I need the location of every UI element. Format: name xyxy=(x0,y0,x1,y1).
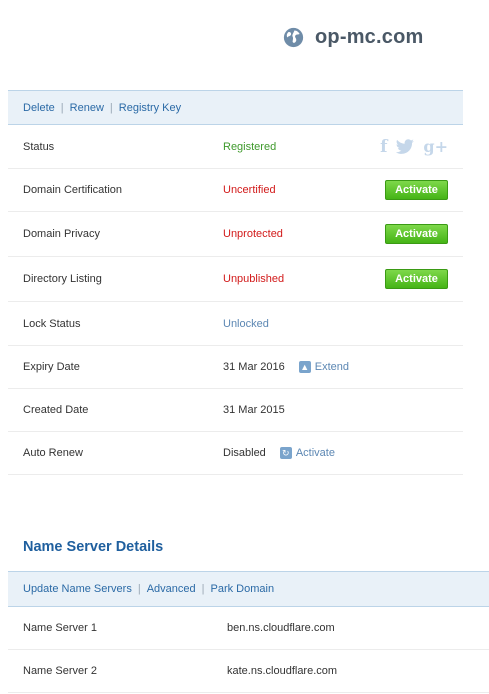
detail-row-domain-privacy: Domain Privacy Unprotected Activate xyxy=(8,212,463,257)
activate-privacy-button[interactable]: Activate xyxy=(385,224,448,244)
name-server-value: ben.ns.cloudflare.com xyxy=(227,622,335,634)
facebook-icon[interactable]: f xyxy=(380,138,387,156)
expiry-date-group: 31 Mar 2016 ▲ Extend xyxy=(223,361,349,373)
up-arrow-icon[interactable]: ▲ xyxy=(298,361,311,373)
registry-key-link[interactable]: Registry Key xyxy=(119,102,181,114)
row-label: Domain Privacy xyxy=(23,228,101,240)
domain-action-bar: Delete | Renew | Registry Key xyxy=(8,90,463,125)
social-icons: f g+ xyxy=(380,138,448,156)
separator: | xyxy=(201,583,205,595)
row-label: Domain Certification xyxy=(23,184,123,196)
detail-row-created-date: Created Date 31 Mar 2015 xyxy=(8,389,463,432)
detail-row-domain-certification: Domain Certification Uncertified Activat… xyxy=(8,169,463,212)
advanced-link[interactable]: Advanced xyxy=(147,583,196,595)
detail-row-lock-status: Lock Status Unlocked xyxy=(8,302,463,346)
name-server-value: kate.ns.cloudflare.com xyxy=(227,665,338,677)
auto-renew-group: Disabled ↻ Activate xyxy=(223,447,335,459)
name-server-section-title: Name Server Details xyxy=(23,539,164,555)
update-name-servers-link[interactable]: Update Name Servers xyxy=(23,583,132,595)
activate-certification-button[interactable]: Activate xyxy=(385,180,448,200)
directory-listing-value: Unpublished xyxy=(223,273,285,285)
twitter-icon[interactable] xyxy=(395,139,415,155)
certification-value: Uncertified xyxy=(223,184,276,196)
privacy-value: Unprotected xyxy=(223,228,283,240)
activate-directory-listing-button[interactable]: Activate xyxy=(385,269,448,289)
name-server-list: Name Server 1 ben.ns.cloudflare.com Name… xyxy=(8,607,489,693)
globe-icon xyxy=(283,27,304,48)
row-label: Expiry Date xyxy=(23,361,80,373)
refresh-icon[interactable]: ↻ xyxy=(279,447,292,459)
separator: | xyxy=(137,583,141,595)
created-date-value: 31 Mar 2015 xyxy=(223,404,285,416)
status-value: Registered xyxy=(223,141,277,153)
domain-name: op-mc.com xyxy=(315,26,424,48)
extend-link[interactable]: Extend xyxy=(315,361,349,373)
detail-row-status: Status Registered f g+ xyxy=(8,126,463,169)
auto-renew-value: Disabled xyxy=(223,447,266,459)
google-plus-icon[interactable]: g+ xyxy=(423,139,448,155)
name-server-row: Name Server 1 ben.ns.cloudflare.com xyxy=(8,607,489,650)
row-label: Name Server 1 xyxy=(23,622,97,634)
name-server-action-bar: Update Name Servers | Advanced | Park Do… xyxy=(8,571,489,607)
detail-row-expiry-date: Expiry Date 31 Mar 2016 ▲ Extend xyxy=(8,346,463,389)
activate-auto-renew-link[interactable]: Activate xyxy=(296,447,335,459)
name-server-row: Name Server 2 kate.ns.cloudflare.com xyxy=(8,650,489,693)
renew-link[interactable]: Renew xyxy=(70,102,104,114)
park-domain-link[interactable]: Park Domain xyxy=(210,583,274,595)
domain-header: op-mc.com xyxy=(283,26,423,49)
detail-row-auto-renew: Auto Renew Disabled ↻ Activate xyxy=(8,432,463,475)
row-label: Directory Listing xyxy=(23,273,102,285)
delete-link[interactable]: Delete xyxy=(23,102,55,114)
row-label: Lock Status xyxy=(23,317,81,330)
lock-status-value[interactable]: Unlocked xyxy=(223,318,269,330)
domain-details-list: Status Registered f g+ Domain Certificat… xyxy=(8,126,463,475)
row-label: Auto Renew xyxy=(23,447,83,459)
row-label: Name Server 2 xyxy=(23,665,97,677)
row-label: Status xyxy=(23,141,55,153)
expiry-date-value: 31 Mar 2016 xyxy=(223,361,285,373)
row-label: Created Date xyxy=(23,404,89,416)
separator: | xyxy=(109,101,113,114)
detail-row-directory-listing: Directory Listing Unpublished Activate xyxy=(8,257,463,302)
separator: | xyxy=(60,101,64,114)
